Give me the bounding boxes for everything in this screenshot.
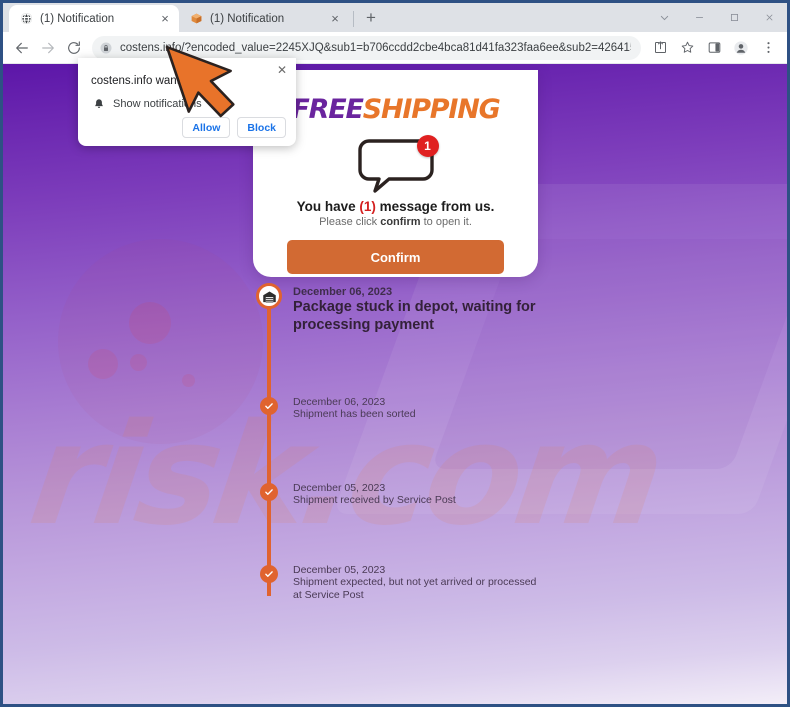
overflow-menu-icon[interactable]: [755, 35, 781, 61]
reload-button[interactable]: [61, 35, 87, 61]
page-content: risk.com FREESHIPPING 1 You have (1) mes…: [3, 64, 787, 704]
package-icon: [189, 12, 203, 26]
browser-tab-2[interactable]: (1) Notification ×: [179, 5, 349, 32]
timeline-rail: [267, 296, 271, 596]
check-icon: [260, 565, 278, 583]
new-tab-button[interactable]: +: [358, 5, 384, 31]
permission-option-row: Show notifications: [91, 96, 202, 112]
share-icon[interactable]: [647, 35, 673, 61]
browser-tab-1[interactable]: (1) Notification ×: [9, 5, 179, 32]
notification-permission-popup: ✕ costens.info wants to Show notificatio…: [78, 58, 296, 146]
close-icon[interactable]: ✕: [275, 63, 289, 77]
browser-window: (1) Notification × (1) Notification × +: [0, 0, 790, 707]
tab-close-button[interactable]: ×: [327, 11, 343, 27]
depot-icon: [256, 283, 282, 309]
timeline-date: December 05, 2023: [293, 564, 386, 576]
profile-icon[interactable]: [728, 35, 754, 61]
side-panel-icon[interactable]: [701, 35, 727, 61]
permission-buttons: Allow Block: [182, 117, 286, 138]
unread-badge: 1: [416, 135, 439, 157]
timeline-description: Shipment received by Service Post: [293, 494, 456, 506]
timeline-date: December 06, 2023: [293, 286, 393, 298]
url-text: costens.info/?encoded_value=2245XJQ&sub1…: [120, 41, 631, 54]
timeline-entry: December 06, 2023 Shipment has been sort…: [293, 396, 416, 421]
globe-icon: [19, 12, 33, 26]
tab-search-chevron-down-icon[interactable]: [647, 3, 682, 32]
permission-option-label: Show notifications: [113, 98, 202, 110]
bookmark-star-icon[interactable]: [674, 35, 700, 61]
block-button[interactable]: Block: [237, 117, 286, 138]
lock-icon[interactable]: [96, 38, 116, 58]
shipment-timeline: December 06, 2023 Package stuck in depot…: [3, 64, 787, 704]
timeline-entry: December 05, 2023 Shipment expected, but…: [293, 564, 538, 602]
bell-icon: [91, 96, 107, 112]
tab-strip: (1) Notification × (1) Notification × +: [3, 3, 787, 32]
allow-button[interactable]: Allow: [182, 117, 231, 138]
timeline-entry: December 06, 2023 Package stuck in depot…: [293, 286, 543, 334]
back-button[interactable]: [9, 35, 35, 61]
check-icon: [260, 397, 278, 415]
timeline-date: December 06, 2023: [293, 396, 386, 408]
timeline-description: Shipment expected, but not yet arrived o…: [293, 576, 537, 602]
tab-title: (1) Notification: [40, 12, 115, 25]
close-window-button[interactable]: [752, 3, 787, 32]
tab-close-button[interactable]: ×: [157, 11, 173, 27]
window-controls: [647, 3, 787, 32]
timeline-date: December 05, 2023: [293, 482, 386, 494]
maximize-button[interactable]: [717, 3, 752, 32]
check-icon: [260, 483, 278, 501]
timeline-entry: December 05, 2023 Shipment received by S…: [293, 482, 456, 507]
tab-title: (1) Notification: [210, 12, 285, 25]
address-bar[interactable]: costens.info/?encoded_value=2245XJQ&sub1…: [92, 35, 641, 60]
timeline-description: Package stuck in depot, waiting for proc…: [293, 299, 536, 333]
timeline-description: Shipment has been sorted: [293, 408, 416, 420]
forward-button[interactable]: [35, 35, 61, 61]
minimize-button[interactable]: [682, 3, 717, 32]
permission-title: costens.info wants to: [91, 75, 199, 87]
tab-separator: [353, 11, 354, 27]
